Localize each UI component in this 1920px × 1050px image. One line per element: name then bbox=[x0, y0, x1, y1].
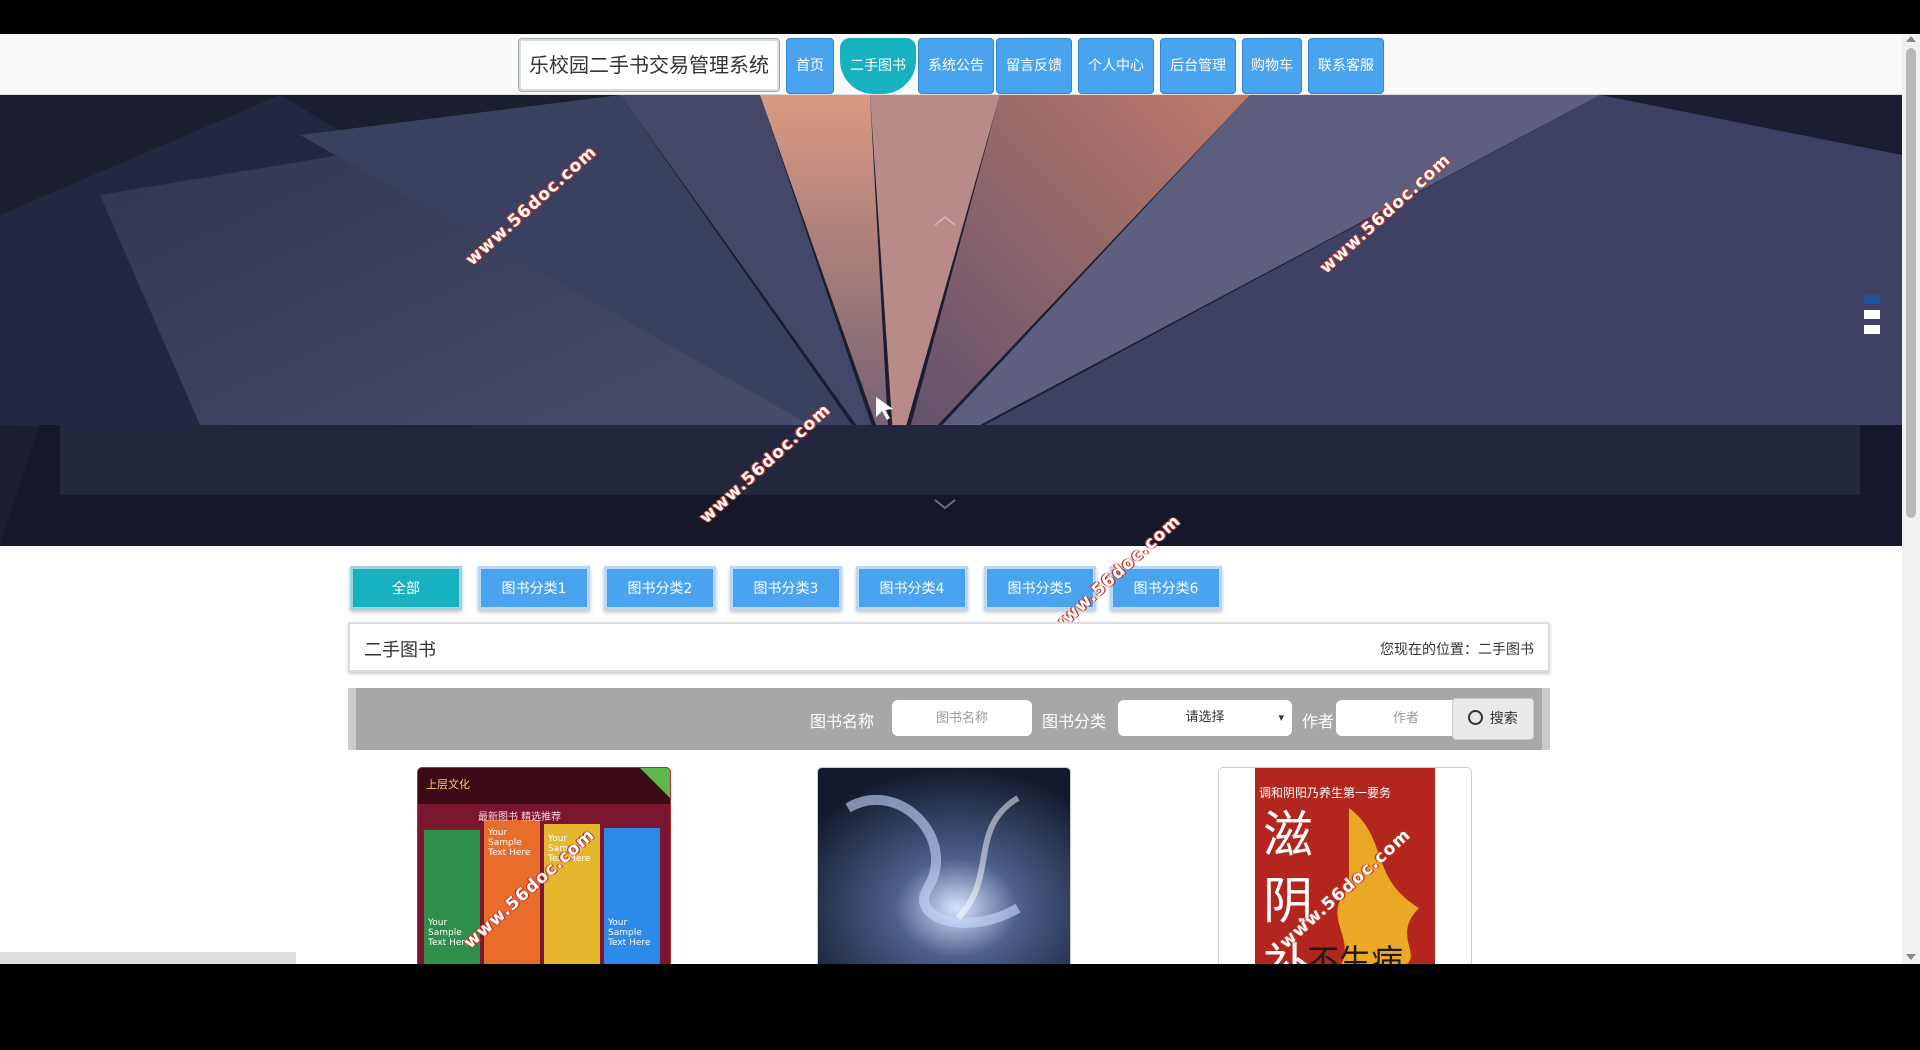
book-category-label: 图书分类 bbox=[1042, 712, 1107, 731]
book-category-select[interactable]: 请选择 ▾ bbox=[1118, 700, 1292, 736]
nav-feedback[interactable]: 留言反馈 bbox=[996, 38, 1072, 94]
book-card[interactable] bbox=[817, 767, 1071, 964]
site-title: 乐校园二手书交易管理系统 bbox=[518, 38, 780, 92]
scroll-up-icon[interactable] bbox=[1906, 36, 1916, 42]
nav-admin[interactable]: 后台管理 bbox=[1160, 38, 1236, 94]
cover-tagline-text: 调和阴阳乃养生第一要务 bbox=[1259, 786, 1392, 800]
search-button[interactable]: 搜索 bbox=[1452, 698, 1534, 740]
top-nav-bar: 乐校园二手书交易管理系统 首页 二手图书 系统公告 留言反馈 个人中心 后台管理… bbox=[0, 34, 1902, 95]
book-name-input[interactable] bbox=[892, 700, 1032, 736]
page-title: 二手图书 bbox=[364, 640, 436, 661]
author-label: 作者 bbox=[1302, 712, 1335, 731]
scroll-down-icon[interactable] bbox=[1906, 954, 1916, 960]
nav-used-books[interactable]: 二手图书 bbox=[840, 38, 916, 94]
cover-brand-text: 上层文化 bbox=[426, 778, 470, 791]
open-book-image bbox=[0, 95, 1902, 546]
cover-headline-text: 最新图书 精选推荐 bbox=[478, 812, 562, 823]
cover-subtitle-text: 不生病 bbox=[1307, 942, 1404, 964]
banner-dot[interactable] bbox=[1864, 295, 1880, 304]
page-scrollbar[interactable] bbox=[1902, 34, 1920, 964]
scrollbar-thumb[interactable] bbox=[1906, 48, 1916, 518]
banner-dot[interactable] bbox=[1864, 325, 1880, 334]
category-2[interactable]: 图书分类2 bbox=[604, 566, 716, 610]
book-name-label: 图书名称 bbox=[810, 712, 875, 731]
search-button-label: 搜索 bbox=[1489, 711, 1518, 727]
nav-cart[interactable]: 购物车 bbox=[1242, 38, 1302, 94]
browser-viewport: 乐校园二手书交易管理系统 首页 二手图书 系统公告 留言反馈 个人中心 后台管理… bbox=[0, 34, 1920, 964]
category-1[interactable]: 图书分类1 bbox=[478, 566, 590, 610]
breadcrumb: 您现在的位置：二手图书 bbox=[1380, 642, 1534, 658]
book-card[interactable]: 调和阴阳乃养生第一要务 滋阴补阳 不生病 bbox=[1218, 767, 1472, 964]
category-4[interactable]: 图书分类4 bbox=[856, 566, 968, 610]
search-icon bbox=[1468, 710, 1484, 725]
search-bar: 图书名称 图书分类 请选择 ▾ 作者 搜索 bbox=[348, 688, 1550, 750]
book-category-selected: 请选择 bbox=[1185, 710, 1225, 725]
status-bar-link-hint bbox=[0, 952, 296, 964]
cover-sample-text: Your Sample Text Here bbox=[488, 828, 531, 858]
banner-pagination bbox=[1864, 295, 1880, 340]
banner-dot[interactable] bbox=[1864, 310, 1880, 319]
category-3[interactable]: 图书分类3 bbox=[730, 566, 842, 610]
nav-home[interactable]: 首页 bbox=[786, 38, 834, 94]
section-header: 二手图书 您现在的位置：二手图书 bbox=[348, 622, 1550, 672]
book-cover-image bbox=[818, 768, 1070, 964]
nav-personal-center[interactable]: 个人中心 bbox=[1078, 38, 1154, 94]
nav-announcements[interactable]: 系统公告 bbox=[918, 38, 994, 94]
cover-sample-text: Your Sample Text Here bbox=[608, 918, 651, 948]
nav-customer-service[interactable]: 联系客服 bbox=[1308, 38, 1384, 94]
chevron-down-icon: ▾ bbox=[1278, 711, 1284, 724]
category-all[interactable]: 全部 bbox=[350, 566, 462, 610]
hero-banner: www.56doc.com www.56doc.com www.56doc.co… bbox=[0, 95, 1902, 546]
